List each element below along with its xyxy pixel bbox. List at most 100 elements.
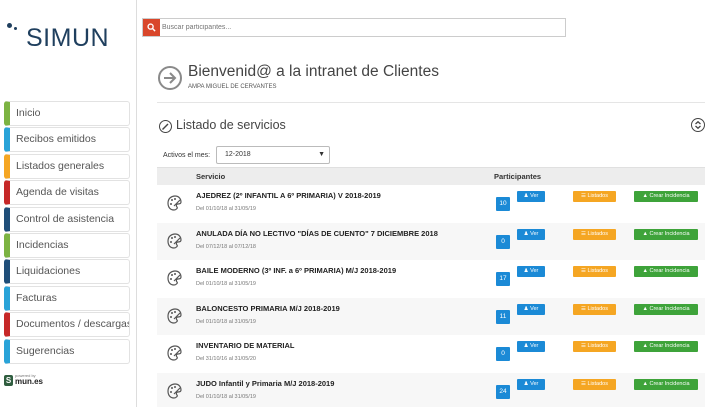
warning-icon: ▲ xyxy=(642,343,648,349)
list-icon: ☰ xyxy=(581,305,586,312)
view-button[interactable]: ♟ Ver xyxy=(517,341,545,352)
sidebar-item-inicio[interactable]: Inicio xyxy=(4,101,130,126)
create-incident-label: Crear Incidencia xyxy=(649,230,690,237)
participants-count-badge: 0 xyxy=(496,234,510,249)
page-title: Bienvenid@ a la intranet de Clientes xyxy=(188,63,439,80)
table-row: BALONCESTO PRIMARIA M/J 2018-2019 Del 01/… xyxy=(157,297,705,335)
sidebar-item-label: Documentos / descargas xyxy=(16,318,130,331)
list-icon: ☰ xyxy=(581,380,586,387)
view-button[interactable]: ♟ Ver xyxy=(517,266,545,277)
sidebar-item-agenda[interactable]: Agenda de visitas xyxy=(4,180,130,206)
listados-button[interactable]: ☰ Listados xyxy=(573,303,616,315)
simun-logo[interactable]: SIMUN xyxy=(6,14,131,58)
service-dates: Del 31/10/16 al 31/05/20 xyxy=(196,356,256,362)
list-icon: ☰ xyxy=(581,230,586,237)
user-icon: ♟ xyxy=(523,193,529,199)
create-incident-label: Crear Incidencia xyxy=(649,305,690,312)
arrow-right-circle-icon xyxy=(158,66,182,90)
create-incident-label: Crear Incidencia xyxy=(649,193,690,199)
sidebar-item-liquidaciones[interactable]: Liquidaciones xyxy=(4,259,130,285)
service-dates: Del 01/10/18 al 31/05/19 xyxy=(196,206,256,212)
service-palette-icon xyxy=(167,232,182,249)
create-incident-button[interactable]: ▲ Crear Incidencia xyxy=(634,378,698,390)
create-incident-button[interactable]: ▲ Crear Incidencia xyxy=(634,191,698,202)
month-filter-label: Activos el mes: xyxy=(163,152,211,159)
sidebar-item-label: Sugerencias xyxy=(16,344,75,357)
sidebar-item-incidencias[interactable]: Incidencias xyxy=(4,232,130,258)
sidebar-item-label: Agenda de visitas xyxy=(16,186,99,199)
month-filter-select[interactable]: 12-2018 ▼ xyxy=(216,146,330,164)
sidebar-item-facturas[interactable]: Facturas xyxy=(4,285,130,311)
service-dates: Del 01/10/18 al 31/05/19 xyxy=(196,393,256,400)
section-title: Listado de servicios xyxy=(176,118,286,132)
sidebar-item-asistencia[interactable]: Control de asistencia xyxy=(4,206,130,232)
service-name: ANULADA DÍA NO LECTIVO "DÍAS DE CUENTO" … xyxy=(196,228,438,238)
sidebar-item-label: Inicio xyxy=(16,107,41,119)
list-icon: ☰ xyxy=(581,193,586,199)
view-button[interactable]: ♟ Ver xyxy=(517,228,545,240)
search-bar xyxy=(142,18,566,37)
listados-button-label: Listados xyxy=(587,230,608,237)
search-button[interactable] xyxy=(143,19,160,36)
service-name: AJEDREZ (2º INFANTIL A 6º PRIMARIA) V 20… xyxy=(196,191,381,200)
create-incident-label: Crear Incidencia xyxy=(649,380,690,387)
user-icon: ♟ xyxy=(523,230,529,237)
listados-button[interactable]: ☰ Listados xyxy=(573,191,616,202)
create-incident-button[interactable]: ▲ Crear Incidencia xyxy=(634,303,698,315)
table-row: JUDO Infantil y Primaria M/J 2018-2019 De… xyxy=(157,372,705,407)
list-icon: ☰ xyxy=(581,343,586,349)
edit-icon xyxy=(159,120,172,133)
search-input[interactable] xyxy=(162,19,562,36)
listados-button[interactable]: ☰ Listados xyxy=(573,378,616,390)
table-row: ANULADA DÍA NO LECTIVO "DÍAS DE CUENTO" … xyxy=(157,222,705,260)
sidebar-nav: Inicio Recibos emitidos Listados general… xyxy=(4,101,130,365)
listados-button[interactable]: ☰ Listados xyxy=(573,228,616,240)
listados-button[interactable]: ☰ Listados xyxy=(573,266,616,277)
sidebar-item-recibos[interactable]: Recibos emitidos xyxy=(4,127,130,153)
list-icon: ☰ xyxy=(581,268,586,274)
service-name: BALONCESTO PRIMARIA M/J 2018-2019 xyxy=(196,303,340,313)
view-button[interactable]: ♟ Ver xyxy=(517,303,545,315)
sidebar-item-label: Liquidaciones xyxy=(16,265,81,278)
sidebar-item-label: Incidencias xyxy=(16,238,69,251)
service-name: INVENTARIO DE MATERIAL xyxy=(196,341,295,350)
view-button-label: Ver xyxy=(530,268,539,274)
view-button[interactable]: ♟ Ver xyxy=(517,191,545,202)
simun-mini-logo-icon: S xyxy=(4,375,13,386)
service-palette-icon xyxy=(167,195,182,211)
listados-button-label: Listados xyxy=(587,268,608,274)
warning-icon: ▲ xyxy=(642,193,648,199)
table-row: INVENTARIO DE MATERIAL Del 31/10/16 al 31… xyxy=(157,335,705,373)
create-incident-label: Crear Incidencia xyxy=(649,268,690,274)
service-name: JUDO Infantil y Primaria M/J 2018-2019 xyxy=(196,378,335,388)
sidebar-item-sugerencias[interactable]: Sugerencias xyxy=(4,338,130,364)
listados-button[interactable]: ☰ Listados xyxy=(573,341,616,352)
user-icon: ♟ xyxy=(523,268,529,274)
column-header-participants[interactable]: Participantes xyxy=(494,172,541,181)
participants-count-badge: 17 xyxy=(496,272,510,286)
sidebar-item-documentos[interactable]: Documentos / descargas xyxy=(4,312,130,338)
service-palette-icon xyxy=(167,307,182,324)
powered-by-badge[interactable]: S powered by mun.es xyxy=(4,373,64,389)
service-palette-icon xyxy=(167,345,182,361)
sort-toggle-icon[interactable] xyxy=(691,118,705,132)
participants-count-badge: 24 xyxy=(496,384,510,399)
view-button[interactable]: ♟ Ver xyxy=(517,378,545,390)
service-name: BAILE MODERNO (3º INF. a 6º PRIMARIA) M/… xyxy=(196,266,397,275)
service-dates: Del 01/10/18 al 31/05/19 xyxy=(196,281,256,287)
sidebar-item-listados[interactable]: Listados generales xyxy=(4,153,130,179)
listados-button-label: Listados xyxy=(587,380,608,387)
create-incident-button[interactable]: ▲ Crear Incidencia xyxy=(634,341,698,352)
search-icon xyxy=(147,23,156,32)
sidebar-item-label: Recibos emitidos xyxy=(16,133,96,146)
view-button-label: Ver xyxy=(530,230,539,237)
warning-icon: ▲ xyxy=(642,268,648,274)
listados-button-label: Listados xyxy=(587,343,608,349)
create-incident-button[interactable]: ▲ Crear Incidencia xyxy=(634,266,698,277)
participants-count-badge: 0 xyxy=(496,347,510,361)
service-palette-icon xyxy=(167,270,182,286)
logo-dots-icon xyxy=(6,14,28,34)
view-button-label: Ver xyxy=(530,305,539,312)
create-incident-button[interactable]: ▲ Crear Incidencia xyxy=(634,228,698,240)
column-header-service[interactable]: Servicio xyxy=(196,172,225,181)
